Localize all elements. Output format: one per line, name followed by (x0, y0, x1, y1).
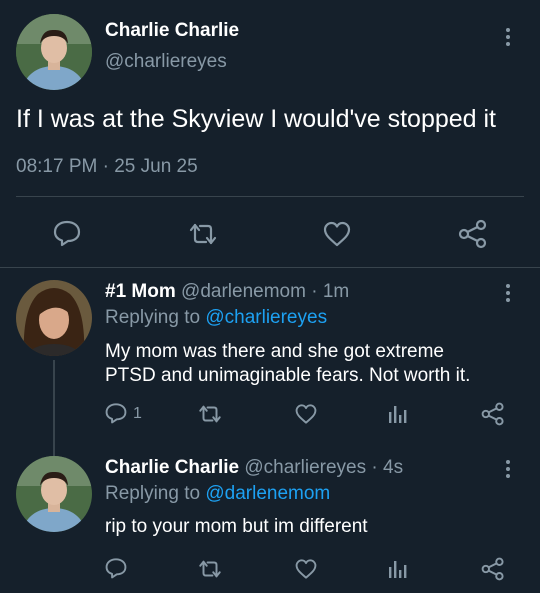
main-tweet-handle[interactable]: @charliereyes (105, 50, 227, 74)
reply-2-share-icon[interactable] (480, 557, 506, 581)
main-tweet-time: 08:17 PM (16, 156, 98, 177)
reply-2-replying-to: Replying to @darlenemom (105, 482, 330, 506)
reply-1-analytics-icon[interactable] (387, 403, 409, 425)
reply-1-reply-count: 1 (133, 405, 142, 422)
reply-2-handle[interactable]: @charliereyes (244, 457, 366, 478)
reply-1-header: #1 Mom @darlenemom · 1m (105, 280, 349, 304)
reply-2-display-name[interactable]: Charlie Charlie (105, 457, 239, 478)
reply-1-text: My mom was there and she got extreme PTS… (105, 340, 470, 388)
reply-1-replying-prefix: Replying to (105, 307, 201, 328)
heart-icon[interactable] (322, 220, 352, 248)
reply-2-separator: · (371, 457, 378, 478)
main-tweet-date: 25 Jun 25 (114, 156, 198, 177)
reply-1-heart-icon[interactable] (294, 403, 318, 425)
avatar-darlene[interactable] (16, 280, 92, 356)
reply-1-text-line-1: My mom was there and she got extreme (105, 341, 444, 362)
reply-1-reply-icon[interactable] (104, 402, 128, 424)
main-tweet-text: If I was at the Skyview I would've stopp… (16, 105, 497, 133)
reply-2-reply-icon[interactable] (104, 557, 128, 579)
reply-1-text-line-2: PTSD and unimaginable fears. Not worth i… (105, 365, 471, 386)
reply-2-analytics-icon[interactable] (387, 558, 409, 580)
reply-1-display-name[interactable]: #1 Mom (105, 281, 176, 302)
reply-1-retweet-icon[interactable] (197, 404, 223, 424)
main-tweet-timestamp[interactable]: 08:17 PM · 25 Jun 25 (16, 155, 198, 179)
reply-2-text: rip to your mom but im different (105, 516, 368, 537)
reply-1-replying-to: Replying to @charliereyes (105, 306, 327, 330)
reply-1-separator: · (311, 281, 318, 302)
retweet-icon[interactable] (187, 222, 219, 246)
avatar-charlie[interactable] (16, 14, 92, 90)
reply-1-handle[interactable]: @darlenemom (181, 281, 306, 302)
main-tweet-separator: · (102, 156, 109, 177)
reply-2-retweet-icon[interactable] (197, 559, 223, 579)
reply-1-menu-icon[interactable] (505, 284, 511, 305)
reply-1-replying-link[interactable]: @charliereyes (205, 307, 327, 328)
avatar-charlie-reply[interactable] (16, 456, 92, 532)
reply-2-heart-icon[interactable] (294, 558, 318, 580)
reply-1-age[interactable]: 1m (323, 281, 349, 302)
main-tweet-menu-icon[interactable] (505, 28, 511, 49)
main-tweet-divider-bottom (0, 267, 540, 268)
reply-1-share-icon[interactable] (480, 402, 506, 426)
reply-2-header: Charlie Charlie @charliereyes · 4s (105, 456, 403, 480)
reply-icon[interactable] (52, 219, 82, 247)
reply-2-replying-prefix: Replying to (105, 483, 201, 504)
main-tweet-display-name[interactable]: Charlie Charlie (105, 19, 239, 43)
main-tweet-divider-top (16, 196, 524, 197)
reply-2-menu-icon[interactable] (505, 460, 511, 481)
share-icon[interactable] (457, 219, 489, 249)
thread-line (53, 360, 55, 456)
reply-2-replying-link[interactable]: @darlenemom (205, 483, 330, 504)
reply-2-age[interactable]: 4s (383, 457, 403, 478)
